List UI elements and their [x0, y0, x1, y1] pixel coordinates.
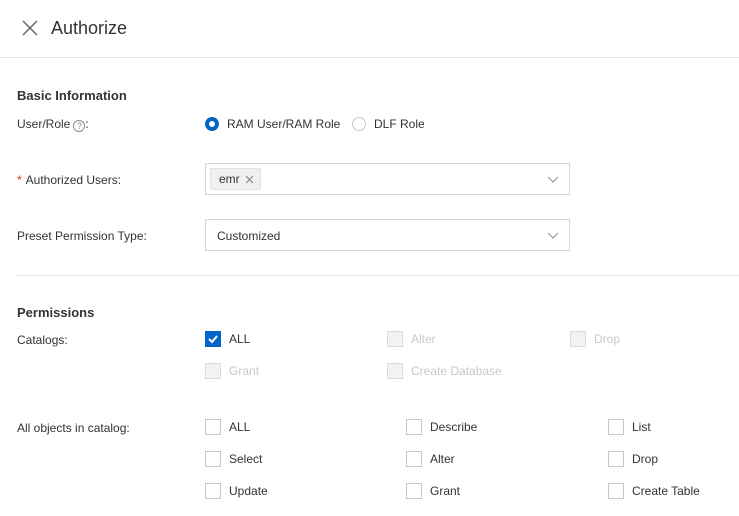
- radio-label: RAM User/RAM Role: [227, 117, 341, 131]
- objects-describe-checkbox[interactable]: Describe: [406, 419, 477, 435]
- checkbox-unchecked-icon: [406, 483, 422, 499]
- catalogs-label: Catalogs:: [17, 333, 68, 347]
- checkbox-label: Describe: [430, 420, 478, 434]
- dialog-title: Authorize: [51, 18, 128, 38]
- objects-drop-checkbox[interactable]: Drop: [608, 451, 658, 467]
- checkbox-unchecked-icon: [608, 451, 624, 467]
- objects-select-checkbox[interactable]: Select: [205, 451, 262, 467]
- authorized-users-select[interactable]: emr: [205, 163, 570, 195]
- checkbox-disabled-icon: [387, 331, 403, 347]
- checkbox-unchecked-icon: [205, 451, 221, 467]
- checkbox-label: Create Database: [411, 364, 502, 378]
- checkbox-label: Drop: [632, 452, 659, 466]
- objects-update-checkbox[interactable]: Update: [205, 483, 268, 499]
- all-objects-in-catalog-label: All objects in catalog:: [17, 421, 130, 435]
- checkbox-disabled-icon: [570, 331, 586, 347]
- basic-information-heading: Basic Information: [17, 88, 127, 103]
- checkbox-label: Drop: [594, 332, 621, 346]
- checkbox-label: Grant: [229, 364, 260, 378]
- checkbox-unchecked-icon: [406, 419, 422, 435]
- checkbox-disabled-icon: [205, 363, 221, 379]
- authorized-users-label: * Authorized Users:: [17, 173, 122, 187]
- checkbox-label: ALL: [229, 332, 251, 346]
- checkbox-label: Alter: [430, 452, 455, 466]
- catalogs-grant-checkbox[interactable]: Grant: [205, 363, 259, 379]
- objects-create-table-checkbox[interactable]: Create Table: [608, 483, 700, 499]
- radio-dlf-role[interactable]: DLF Role: [352, 116, 425, 132]
- radio-checked-icon: [205, 117, 219, 131]
- checkbox-unchecked-icon: [205, 419, 221, 435]
- question-circle-icon[interactable]: ?: [73, 120, 86, 132]
- checkbox-label: Create Table: [632, 484, 700, 498]
- close-icon[interactable]: [21, 19, 39, 37]
- chevron-down-icon: [547, 176, 559, 183]
- user-role-label: User/Role?:: [17, 117, 89, 132]
- tag-close-icon[interactable]: [245, 175, 254, 184]
- catalogs-create-database-checkbox[interactable]: Create Database: [387, 363, 502, 379]
- objects-all-checkbox[interactable]: ALL: [205, 419, 250, 435]
- checkbox-unchecked-icon: [608, 419, 624, 435]
- catalogs-all-checkbox[interactable]: ALL: [205, 331, 250, 347]
- catalogs-drop-checkbox[interactable]: Drop: [570, 331, 620, 347]
- checkbox-label: Grant: [430, 484, 461, 498]
- checkbox-unchecked-icon: [205, 483, 221, 499]
- checkbox-label: Update: [229, 484, 268, 498]
- objects-list-checkbox[interactable]: List: [608, 419, 651, 435]
- dialog-header: Authorize: [0, 0, 739, 58]
- select-value: Customized: [217, 229, 281, 243]
- chevron-down-icon: [547, 232, 559, 239]
- radio-ram-user-role[interactable]: RAM User/RAM Role: [205, 116, 340, 132]
- section-divider: [17, 275, 739, 276]
- checkbox-label: List: [632, 420, 651, 434]
- checkbox-unchecked-icon: [608, 483, 624, 499]
- user-tag-emr: emr: [210, 168, 261, 190]
- objects-grant-checkbox[interactable]: Grant: [406, 483, 460, 499]
- checkbox-unchecked-icon: [406, 451, 422, 467]
- required-mark: *: [17, 173, 22, 187]
- checkbox-checked-icon: [205, 331, 221, 347]
- checkbox-label: Alter: [411, 332, 436, 346]
- preset-permission-type-select[interactable]: Customized: [205, 219, 570, 251]
- checkbox-label: Select: [229, 452, 263, 466]
- permissions-heading: Permissions: [17, 305, 95, 320]
- catalogs-alter-checkbox[interactable]: Alter: [387, 331, 436, 347]
- objects-alter-checkbox[interactable]: Alter: [406, 451, 455, 467]
- checkbox-disabled-icon: [387, 363, 403, 379]
- checkbox-label: ALL: [229, 420, 251, 434]
- radio-label: DLF Role: [374, 117, 425, 131]
- radio-unchecked-icon: [352, 117, 366, 131]
- preset-permission-type-label: Preset Permission Type:: [17, 229, 147, 243]
